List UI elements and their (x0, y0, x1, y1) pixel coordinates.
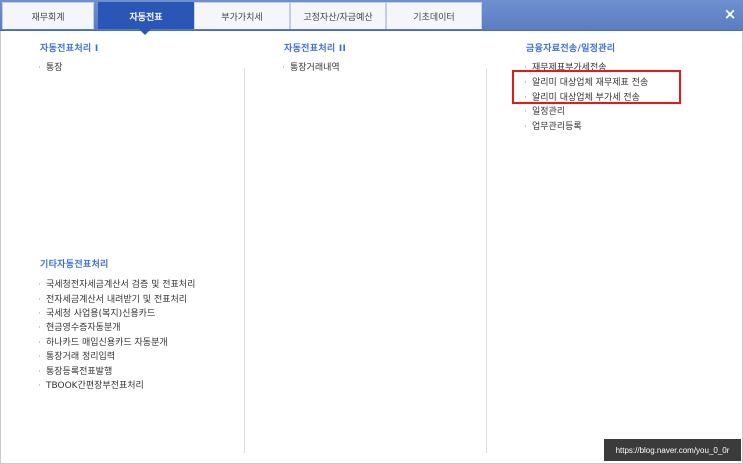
tab-vat[interactable]: 부가가치세 (194, 2, 290, 29)
menu-item-business-card[interactable]: · 국세청 사업용(복지)신용카드 (38, 306, 155, 319)
bullet: · (38, 323, 41, 333)
section-heading-other: 기타자동전표처리 (40, 260, 109, 270)
menu-item-bankbook[interactable]: · 통장 (38, 60, 63, 73)
tab-label: 재무회계 (31, 12, 65, 23)
menu-item-hana-card[interactable]: · 하나카드 매입신용카드 자동분개 (38, 335, 168, 348)
menu-item-bank-entry[interactable]: · 통장거래 정리입력 (38, 349, 115, 362)
menu-item-tbook[interactable]: · TBOOK간편장부전표처리 (38, 378, 144, 391)
tab-label: 기초데이터 (413, 12, 455, 23)
tab-label: 부가가치세 (221, 12, 263, 23)
watermark: https://blog.naver.com/you_0_0r (604, 439, 741, 461)
tab-fixed-assets[interactable]: 고정자산/자금예산 (290, 2, 386, 29)
bullet: · (38, 338, 41, 348)
menu-item-label: 국세청 사업용(복지)신용카드 (46, 309, 156, 319)
tab-label: 자동전표 (129, 12, 163, 23)
tab-label: 고정자산/자금예산 (303, 12, 373, 23)
highlight-box (512, 70, 681, 104)
tab-base-data[interactable]: 기초데이터 (386, 2, 482, 29)
menu-item-label: 통장 (46, 63, 63, 73)
bullet: · (38, 63, 41, 73)
menu-item-label: 통장거래내역 (290, 63, 340, 73)
column-divider (244, 68, 245, 453)
menu-item-task-register[interactable]: · 업무관리등록 (524, 119, 582, 132)
menu-item-bank-voucher[interactable]: · 통장등록전표발행 (38, 364, 112, 377)
menu-item-cash-receipt[interactable]: · 현금영수증자동분개 (38, 320, 121, 333)
section-heading-auto1: 자동전표처리 I (40, 44, 99, 54)
bullet: · (38, 280, 41, 290)
menu-item-label: 통장거래 정리입력 (46, 352, 116, 362)
menu-item-schedule[interactable]: · 일정관리 (524, 104, 565, 117)
menu-item-label: 하나카드 매입신용카드 자동분개 (46, 338, 168, 348)
menu-item-label: 업무관리등록 (532, 122, 582, 132)
menu-item-label: 현금영수증자동분개 (46, 323, 121, 333)
menu-item-label: TBOOK간편장부전표처리 (46, 381, 144, 391)
menu-item-label: 통장등록전표발행 (46, 367, 113, 377)
bullet: · (524, 107, 527, 117)
bullet: · (38, 367, 41, 377)
section-heading-auto2: 자동전표처리 II (284, 44, 347, 54)
bullet: · (38, 295, 41, 305)
tab-auto-voucher[interactable]: 자동전표 (98, 2, 194, 29)
bullet: · (282, 63, 285, 73)
column-divider (486, 68, 487, 453)
menu-item-label: 국세청전자세금계산서 검증 및 전표처리 (46, 280, 196, 290)
section-heading-finance: 금융자료전송/일정관리 (526, 44, 616, 54)
close-icon[interactable]: × (722, 6, 738, 22)
bullet: · (38, 309, 41, 319)
menu-item-nts-einvoice[interactable]: · 국세청전자세금계산서 검증 및 전표처리 (38, 277, 195, 290)
bullet: · (38, 352, 41, 362)
bullet: · (38, 381, 41, 391)
bullet: · (524, 122, 527, 132)
menu-item-label: 일정관리 (532, 107, 566, 117)
menu-item-einvoice-download[interactable]: · 전자세금계산서 내려받기 및 전표처리 (38, 292, 187, 305)
menu-item-label: 전자세금계산서 내려받기 및 전표처리 (46, 295, 188, 305)
menu-item-bank-transactions[interactable]: · 통장거래내역 (282, 60, 340, 73)
tab-financial-accounting[interactable]: 재무회계 (2, 2, 94, 29)
top-tab-bar: 재무회계 자동전표 부가가치세 고정자산/자금예산 기초데이터 × (0, 0, 743, 31)
